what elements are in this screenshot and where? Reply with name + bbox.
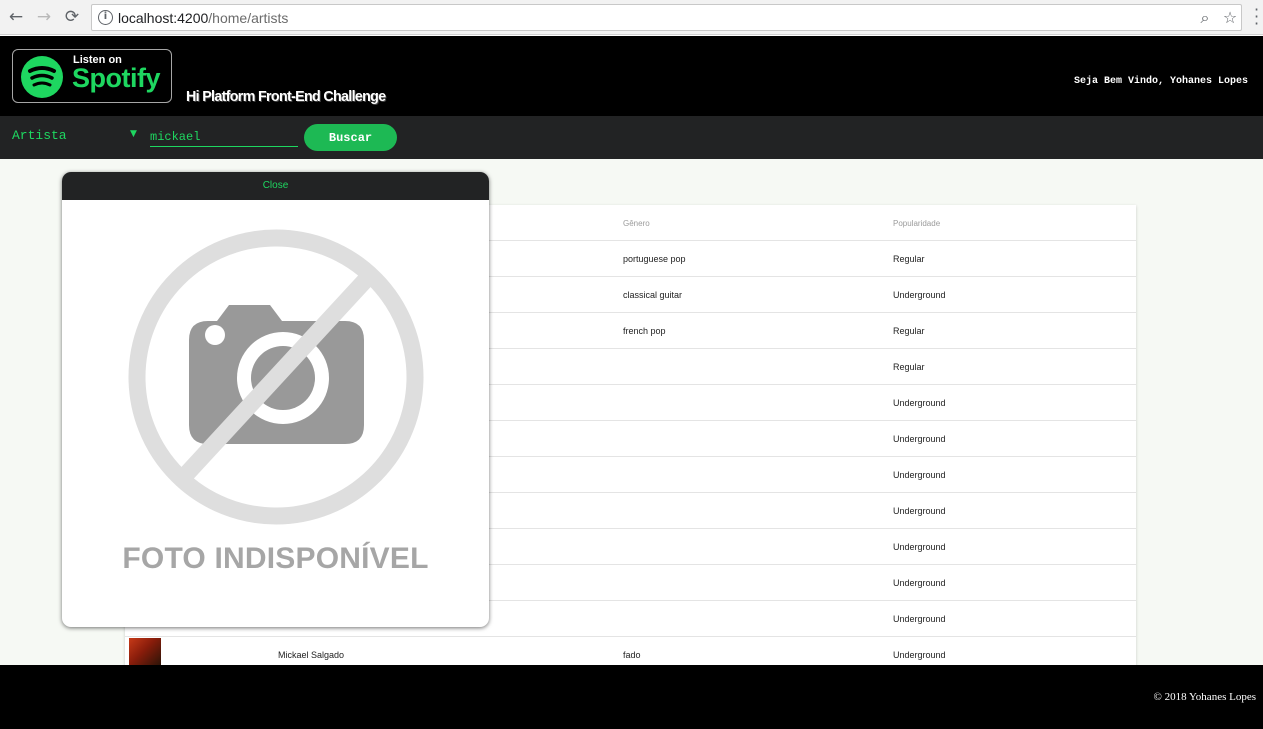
cell-popularity: Regular (893, 362, 925, 372)
back-icon[interactable]: ← (5, 6, 27, 28)
cell-genre: fado (623, 650, 641, 660)
footer: © 2018 Yohanes Lopes (0, 665, 1263, 729)
column-header-genre: Gênero (623, 219, 650, 228)
artist-thumbnail[interactable] (129, 638, 161, 665)
close-button[interactable]: Close (62, 180, 489, 191)
cell-popularity: Underground (893, 506, 946, 516)
chevron-down-icon[interactable]: ▼ (130, 129, 137, 139)
info-icon[interactable]: i (98, 10, 113, 25)
cell-name: Mickael Salgado (278, 650, 345, 660)
cell-genre: portuguese pop (623, 254, 686, 264)
url-text: localhost:4200/home/artists (118, 10, 289, 26)
address-bar[interactable]: i localhost:4200/home/artists ⌕ ☆ (91, 4, 1242, 31)
cell-popularity: Underground (893, 398, 946, 408)
cell-popularity: Underground (893, 434, 946, 444)
search-input[interactable] (150, 127, 298, 147)
page-title: Hi Platform Front-End Challenge (186, 88, 386, 105)
cell-genre: french pop (623, 326, 666, 336)
menu-icon[interactable]: · · · (1254, 2, 1259, 32)
cell-popularity: Underground (893, 578, 946, 588)
cell-popularity: Regular (893, 326, 925, 336)
cell-popularity: Regular (893, 254, 925, 264)
search-button[interactable]: Buscar (304, 124, 397, 151)
cell-popularity: Underground (893, 470, 946, 480)
cell-popularity: Underground (893, 614, 946, 624)
welcome-message: Seja Bem Vindo, Yohanes Lopes (1073, 76, 1248, 87)
badge-brand: Spotify (72, 63, 161, 93)
browser-toolbar: ← → ⟳ i localhost:4200/home/artists ⌕ ☆ … (0, 0, 1263, 35)
cell-popularity: Underground (893, 542, 946, 552)
cell-genre: classical guitar (623, 290, 683, 300)
star-icon[interactable]: ☆ (1220, 8, 1240, 28)
cell-popularity: Underground (893, 650, 946, 660)
column-header-popularity: Popularidade (893, 219, 941, 228)
no-photo-icon (128, 229, 424, 525)
footer-copyright: © 2018 Yohanes Lopes (1153, 691, 1256, 703)
reload-icon[interactable]: ⟳ (61, 6, 83, 28)
table-row[interactable]: Mickael Salgado fado Underground (125, 637, 1136, 665)
search-bar: Artista ▼ Buscar (0, 116, 1263, 159)
forward-icon[interactable]: → (33, 6, 55, 28)
spotify-icon (21, 56, 63, 98)
spotify-badge[interactable]: Listen on Spotify (12, 49, 172, 103)
app-header: Listen on Spotify Hi Platform Front-End … (0, 36, 1263, 116)
search-type-select[interactable]: Artista (12, 128, 138, 146)
zoom-icon[interactable]: ⌕ (1195, 8, 1215, 28)
modal-header: Close (62, 172, 489, 200)
photo-modal: Close FOTO INDISPONÍVEL (62, 172, 489, 627)
no-photo-text: FOTO INDISPONÍVEL (122, 542, 429, 575)
cell-popularity: Underground (893, 290, 946, 300)
